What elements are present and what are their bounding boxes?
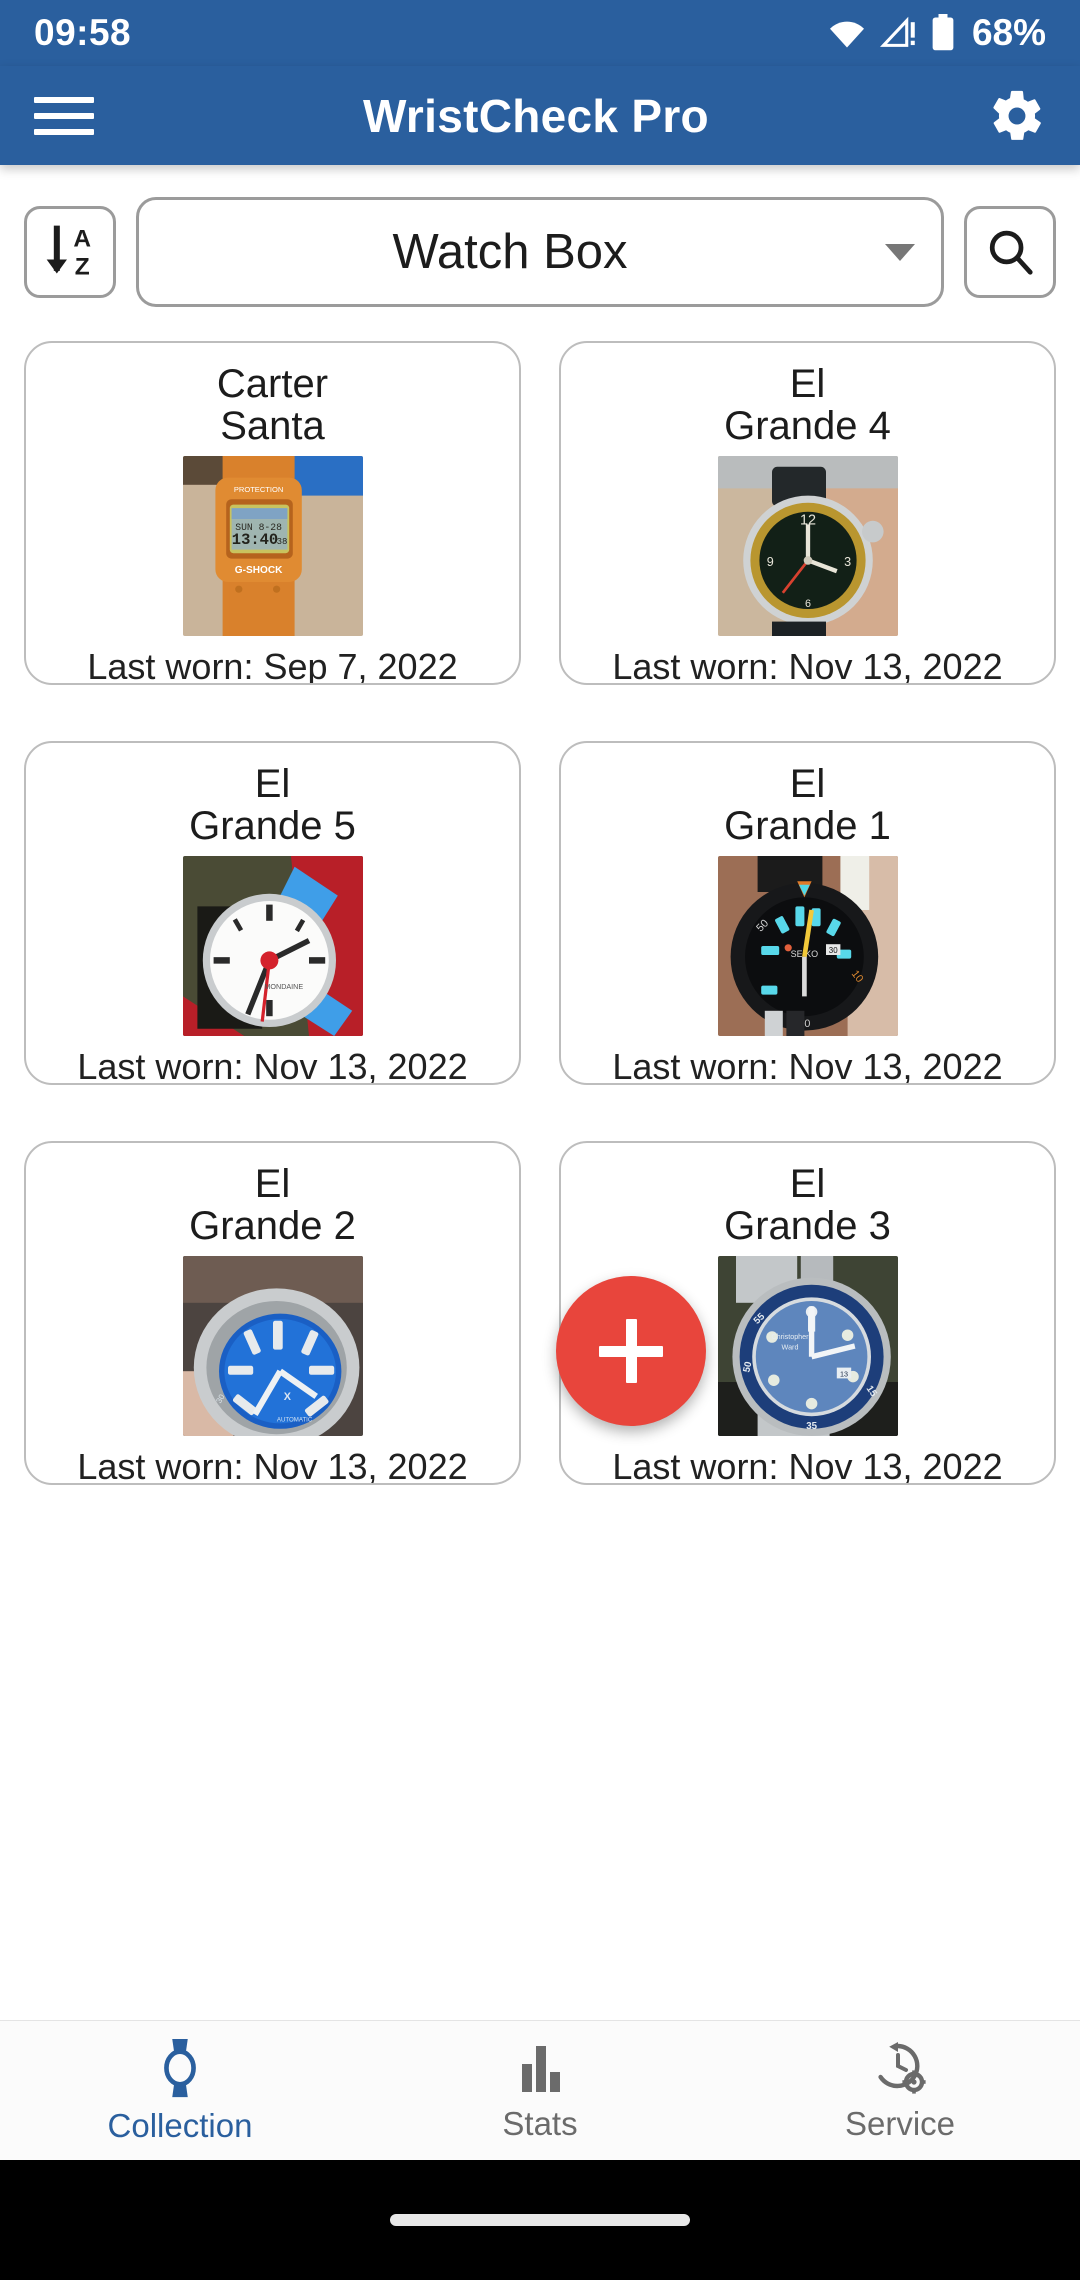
svg-text:A: A	[73, 225, 91, 252]
watch-card[interactable]: El Grande 1 30 50 10 30 Last worn: Nov 1…	[559, 741, 1056, 1085]
watch-photo: 30 SEIKO 50 10 30	[717, 855, 898, 1036]
svg-text:MONDAINE: MONDAINE	[264, 982, 303, 991]
watch-grid: Carter Santa SUN 8-28 13:40 38 PROTECTIO…	[0, 307, 1080, 1485]
watch-name-line1: El	[254, 762, 291, 806]
svg-text:PROTECTION: PROTECTION	[233, 485, 282, 494]
watch-card[interactable]: El Grande 4 12 3 6 9 Last worn: Nov 13, …	[559, 341, 1056, 685]
watch-name-line1: El	[254, 1162, 291, 1206]
gesture-home-pill[interactable]	[390, 2214, 690, 2226]
svg-text:G-SHOCK: G-SHOCK	[234, 565, 282, 576]
svg-text:Z: Z	[75, 254, 90, 281]
watch-last-worn: Last worn: Nov 13, 2022	[77, 1045, 468, 1085]
watch-name-line2: Grande 5	[189, 804, 356, 849]
nav-item-service[interactable]: Service	[720, 2039, 1080, 2143]
status-bar-clock: 09:58	[34, 12, 132, 53]
nav-label-stats: Stats	[502, 2104, 578, 2142]
add-watch-fab[interactable]	[556, 1276, 706, 1426]
chevron-down-icon	[885, 243, 915, 261]
watch-name-line2: Grande 1	[724, 804, 891, 849]
watch-last-worn: Last worn: Nov 13, 2022	[612, 1045, 1003, 1085]
svg-text:Christopher: Christopher	[771, 1332, 809, 1341]
nav-item-collection[interactable]: Collection	[0, 2037, 360, 2145]
system-gesture-bar	[0, 2160, 1080, 2280]
svg-text:13: 13	[840, 1369, 848, 1378]
svg-text:AUTOMATIC: AUTOMATIC	[276, 1416, 312, 1423]
watch-card[interactable]: El Grande 2 X AUTOMATIC 30 Last worn: No…	[24, 1141, 521, 1485]
nav-label-collection: Collection	[107, 2106, 253, 2144]
sort-button[interactable]: A Z	[24, 206, 116, 298]
battery-percent-label: 68%	[971, 12, 1046, 53]
svg-text:Ward: Ward	[781, 1342, 798, 1351]
page-title: WristCheck Pro	[363, 89, 709, 142]
plus-icon-vertical	[625, 1319, 637, 1383]
watch-name-line2: Grande 4	[724, 404, 891, 449]
app-root: 09:58 68% WristCheck Pro A Z Watch Box C…	[0, 0, 1080, 2280]
search-icon	[989, 230, 1033, 275]
watch-name-line2: Grande 3	[724, 1204, 891, 1249]
watch-last-worn: Last worn: Nov 13, 2022	[77, 1445, 468, 1485]
nav-item-stats[interactable]: Stats	[360, 2039, 720, 2143]
watch-name-line1: El	[789, 762, 826, 806]
bar-chart-icon	[522, 2045, 560, 2092]
collection-dropdown[interactable]: Watch Box	[136, 197, 944, 307]
status-bar-indicators: 68%	[826, 12, 1046, 54]
watch-photo: X AUTOMATIC 30	[182, 1255, 363, 1436]
watch-name-line2: Santa	[220, 404, 325, 449]
watch-card[interactable]: Carter Santa SUN 8-28 13:40 38 PROTECTIO…	[24, 341, 521, 685]
watch-name-line1: Carter	[216, 362, 329, 406]
watch-card[interactable]: El Grande 5 MONDAINE Last worn: Nov 13, …	[24, 741, 521, 1085]
app-bar: WristCheck Pro	[0, 66, 1080, 165]
svg-text:3: 3	[844, 555, 851, 569]
svg-text:30: 30	[828, 946, 837, 955]
watch-last-worn: Last worn: Nov 13, 2022	[612, 1445, 1003, 1485]
watch-photo: SUN 8-28 13:40 38 PROTECTION G-SHOCK	[182, 455, 363, 636]
wifi-icon	[829, 21, 864, 48]
watch-photo: 12 3 6 9	[717, 455, 898, 636]
svg-text:50: 50	[741, 1360, 754, 1373]
content-area: A Z Watch Box Carter Santa SUN 8-28 13:4…	[0, 165, 1080, 2060]
svg-text:X: X	[283, 1391, 291, 1403]
bottom-navigation: Collection Stats Service	[0, 2020, 1080, 2160]
watch-last-worn: Last worn: Sep 7, 2022	[87, 645, 458, 685]
status-bar: 09:58 68%	[0, 0, 1080, 66]
watch-photo: 13 Christopher Ward 50 55 15 35	[717, 1255, 898, 1436]
watch-name-line2: Grande 2	[189, 1204, 356, 1249]
svg-text:9: 9	[766, 555, 773, 569]
cellular-no-signal-icon	[879, 16, 915, 47]
history-gear-icon	[878, 2041, 926, 2094]
collection-toolbar: A Z Watch Box	[0, 165, 1080, 307]
gear-icon[interactable]	[988, 87, 1046, 145]
svg-text:35: 35	[806, 1421, 817, 1432]
watch-last-worn: Last worn: Nov 13, 2022	[612, 645, 1003, 685]
watch-icon	[164, 2038, 196, 2097]
sort-alpha-descending-icon: A Z	[46, 225, 91, 281]
watch-photo: MONDAINE	[182, 855, 363, 1036]
battery-icon	[932, 14, 954, 51]
nav-label-service: Service	[844, 2104, 956, 2142]
search-button[interactable]	[964, 206, 1056, 298]
watch-name-line1: El	[789, 362, 826, 406]
watch-name-line1: El	[789, 1162, 826, 1206]
collection-dropdown-value: Watch Box	[392, 225, 628, 279]
svg-text:13:40: 13:40	[231, 531, 277, 549]
svg-text:38: 38	[276, 537, 287, 547]
svg-text:6: 6	[805, 598, 811, 610]
